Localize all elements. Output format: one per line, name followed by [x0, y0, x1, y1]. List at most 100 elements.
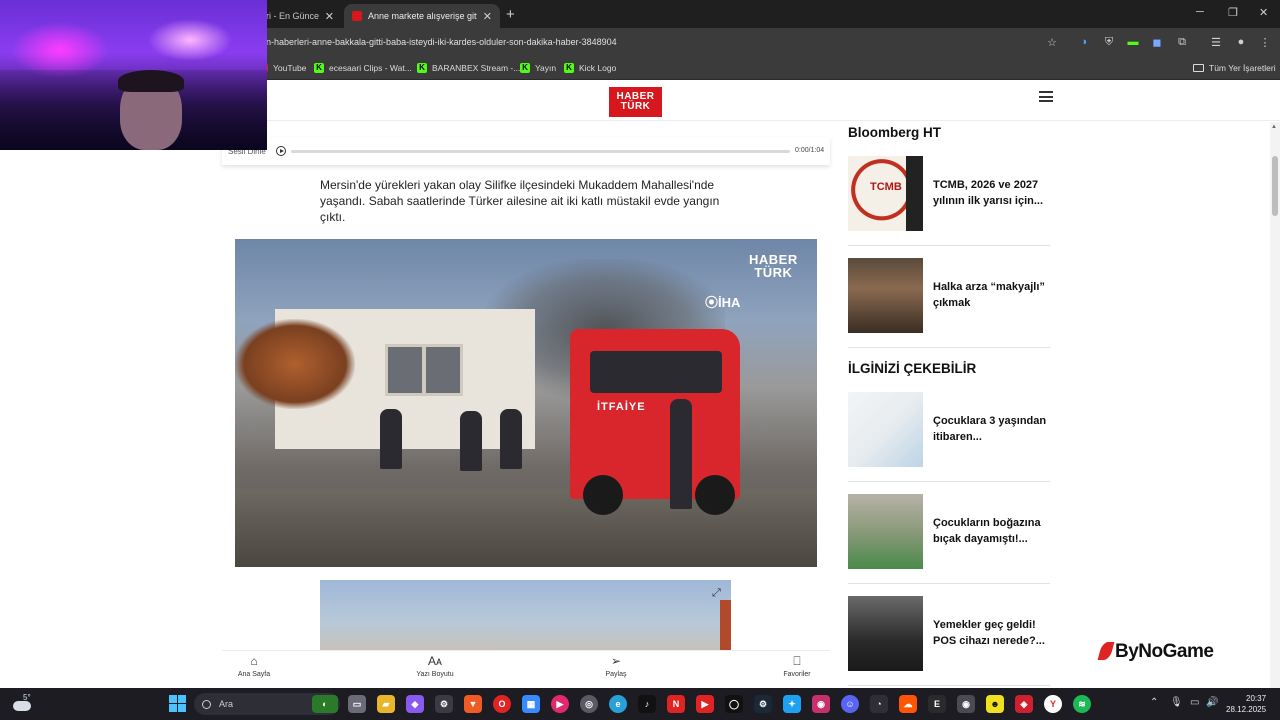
- card-headline: TCMB, 2026 ve 2027 yılının ilk yarısı iç…: [933, 179, 1044, 207]
- scroll-up-icon[interactable]: ▲: [1271, 124, 1277, 130]
- kick-icon: K: [417, 63, 427, 73]
- tab-title: ri - En Güncel: [266, 11, 319, 21]
- bookmark-star-icon[interactable]: ☆: [1044, 34, 1060, 50]
- steam-icon[interactable]: ⚙: [754, 695, 772, 713]
- person: [460, 411, 482, 471]
- hamburger-menu-icon[interactable]: [1039, 91, 1053, 102]
- address-bar[interactable]: n-haberleri-anne-bakkala-gitti-baba-iste…: [266, 37, 617, 47]
- logo-line: TÜRK: [620, 101, 651, 112]
- twitter-icon[interactable]: ✦: [783, 695, 801, 713]
- speedometer-icon[interactable]: ◔: [870, 695, 888, 713]
- bookmark-yayin[interactable]: K Yayın: [520, 61, 556, 75]
- haberturk-favicon-icon: [352, 11, 362, 21]
- play-icon[interactable]: [276, 146, 286, 156]
- sidebar-card[interactable]: Yemekler geç geldi! POS cihazı nerede?..…: [848, 596, 1050, 686]
- opera-icon[interactable]: O: [493, 695, 511, 713]
- article-photo[interactable]: İTFAİYE HABER TÜRK ⦿İHA: [235, 239, 817, 567]
- audio-time: 0:00/1:04: [795, 147, 825, 154]
- all-bookmarks[interactable]: Tüm Yer İşaretleri: [1193, 61, 1276, 75]
- app-icon[interactable]: ◎: [580, 695, 598, 713]
- nav-home[interactable]: ⌂ Ana Sayfa: [214, 654, 294, 678]
- tray-chevron-icon[interactable]: ⌃: [1150, 697, 1158, 708]
- close-tab-icon[interactable]: ✕: [483, 10, 492, 23]
- instagram-icon[interactable]: ◉: [812, 695, 830, 713]
- haberturk-logo[interactable]: HABER TÜRK: [609, 87, 662, 117]
- taskbar-clock[interactable]: 20:37 28.12.2025: [1226, 693, 1266, 715]
- thumbnail-shade: [906, 156, 923, 231]
- brave-icon[interactable]: ▼: [464, 695, 482, 713]
- scrollbar-thumb[interactable]: [1272, 156, 1278, 216]
- sidebar-card[interactable]: Çocuklara 3 yaşından itibaren...: [848, 392, 1050, 482]
- folder-icon: [1193, 64, 1204, 72]
- yandex-icon[interactable]: Y: [1044, 695, 1062, 713]
- tab-active[interactable]: Anne markete alışverişe gitti! 2 ✕: [344, 4, 500, 28]
- nav-share[interactable]: ➢ Paylaş: [576, 654, 656, 678]
- close-window-button[interactable]: ✕: [1259, 6, 1268, 19]
- tab-inactive[interactable]: ri - En Güncel ✕: [258, 4, 342, 28]
- kick-icon: K: [314, 63, 324, 73]
- app-icon[interactable]: ◈: [1015, 695, 1033, 713]
- nav-font-size[interactable]: Aᴀ Yazı Boyutu: [395, 654, 475, 678]
- person: [670, 399, 692, 509]
- extension-green-icon[interactable]: ▬: [1125, 34, 1141, 50]
- settings-gear-icon[interactable]: ⚙: [435, 695, 453, 713]
- sidebar-card[interactable]: Çocukların boğazına bıçak dayamıştı!...: [848, 494, 1050, 584]
- file-explorer-icon[interactable]: ▰: [377, 695, 395, 713]
- sidebar-card[interactable]: Halka arza “makyajlı” çıkmak: [848, 258, 1050, 348]
- bookmark-label: Tüm Yer İşaretleri: [1209, 63, 1276, 73]
- card-headline: Yemekler geç geldi! POS cihazı nerede?..…: [933, 619, 1045, 647]
- person: [500, 409, 522, 469]
- more-menu-icon[interactable]: ⋮: [1257, 34, 1273, 50]
- article-photo-2[interactable]: [320, 580, 731, 652]
- bookmark-ecesaari[interactable]: Kecesaari Clips - Wat...: [314, 61, 412, 75]
- tcmb-logo-text: TCMB: [870, 181, 902, 193]
- app-icon[interactable]: ◯: [725, 695, 743, 713]
- nav-label: Favoriler: [783, 671, 811, 678]
- restore-button[interactable]: ❐: [1228, 6, 1238, 19]
- extensions-puzzle-icon[interactable]: ⧉: [1174, 34, 1190, 50]
- shield-icon[interactable]: ⛨: [1101, 34, 1117, 50]
- card-headline: Çocuklara 3 yaşından itibaren...: [933, 415, 1047, 443]
- profile-avatar-icon[interactable]: ●: [1233, 34, 1249, 50]
- snapchat-icon[interactable]: ☻: [986, 695, 1004, 713]
- truck-label: İTFAİYE: [597, 401, 646, 413]
- microphone-icon[interactable]: 🎙: [1170, 697, 1183, 708]
- new-tab-button[interactable]: +: [506, 6, 515, 23]
- read-aloud-icon[interactable]: ◗: [1077, 34, 1093, 50]
- reading-list-icon[interactable]: ☰: [1208, 34, 1224, 50]
- audio-progress-track[interactable]: [291, 150, 790, 153]
- minimize-button[interactable]: ─: [1196, 6, 1204, 18]
- search-highlight-icon[interactable]: ◐: [312, 695, 338, 713]
- bynogame-overlay-logo: ByNoGame: [1097, 641, 1214, 663]
- tiktok-icon[interactable]: ♪: [638, 695, 656, 713]
- bookmark-baranbex[interactable]: K BARANBEX Stream -...: [417, 61, 520, 75]
- card-headline: Halka arza “makyajlı” çıkmak: [933, 281, 1045, 309]
- nav-favorites[interactable]: ⎕ Favoriler: [757, 654, 837, 678]
- windows-start-icon[interactable]: [169, 695, 186, 712]
- weather-cloud-icon[interactable]: [13, 701, 31, 711]
- article-lead-paragraph: Mersin'de yürekleri yakan olay Silifke i…: [320, 178, 720, 224]
- discord-icon[interactable]: ☺: [841, 695, 859, 713]
- epic-games-icon[interactable]: E: [928, 695, 946, 713]
- chrome-icon[interactable]: ◉: [957, 695, 975, 713]
- netflix-icon[interactable]: N: [667, 695, 685, 713]
- tree: [235, 319, 355, 409]
- soundcloud-icon[interactable]: ☁: [899, 695, 917, 713]
- youtube-icon[interactable]: ▶: [696, 695, 714, 713]
- bookmark-kick-logo[interactable]: K Kick Logo: [564, 61, 616, 75]
- sidebar-section-title[interactable]: Bloomberg HT: [848, 125, 941, 140]
- task-view-icon[interactable]: ▭: [348, 695, 366, 713]
- volume-icon[interactable]: 🔊: [1206, 697, 1218, 708]
- card-thumbnail: [848, 258, 923, 333]
- expand-icon[interactable]: ⤢: [712, 587, 721, 600]
- edge-icon[interactable]: e: [609, 695, 627, 713]
- extension-blue-icon[interactable]: ◼: [1149, 34, 1165, 50]
- spotify-icon[interactable]: ≋: [1073, 695, 1091, 713]
- store-icon[interactable]: ▦: [522, 695, 540, 713]
- close-tab-icon[interactable]: ✕: [325, 10, 334, 23]
- sidebar-card[interactable]: TCMB TCMB, 2026 ve 2027 yılının ilk yarı…: [848, 156, 1050, 246]
- media-player-icon[interactable]: ▶: [551, 695, 569, 713]
- copilot-icon[interactable]: ◆: [406, 695, 424, 713]
- window: [423, 344, 463, 396]
- network-icon[interactable]: ▭: [1190, 697, 1199, 708]
